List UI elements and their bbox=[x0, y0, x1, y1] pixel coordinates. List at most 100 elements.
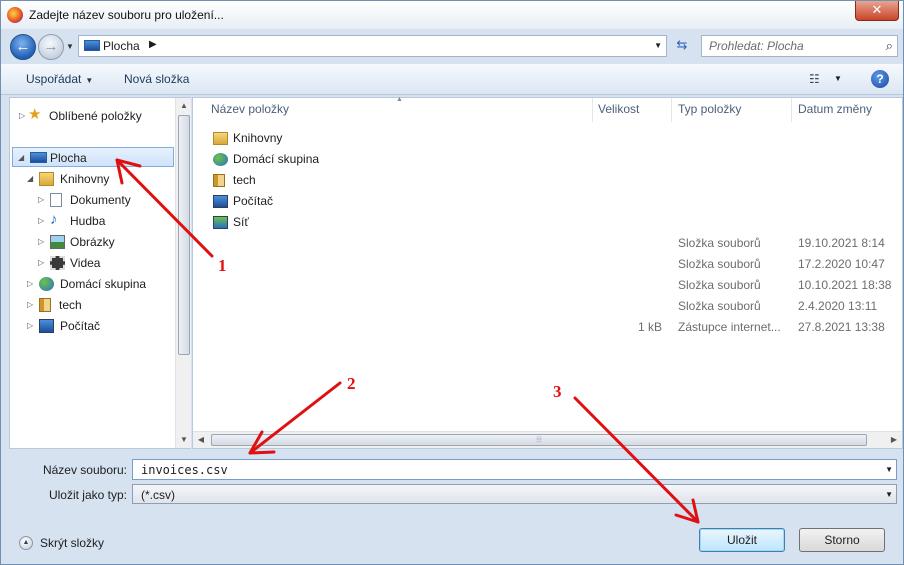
tree-homegroup-label: Domácí skupina bbox=[60, 277, 147, 291]
file-row[interactable]: tech bbox=[193, 170, 902, 191]
search-icon[interactable]: ⌕ bbox=[886, 38, 893, 54]
filename-dropdown-icon[interactable]: ▼ bbox=[885, 465, 893, 474]
file-name: Domácí skupina bbox=[233, 152, 320, 166]
tree-computer-label: Počítač bbox=[60, 319, 101, 333]
window-title: Zadejte název souboru pro uložení... bbox=[29, 8, 224, 22]
column-date[interactable]: Datum změny bbox=[798, 102, 872, 116]
refresh-icon: ⇆ bbox=[676, 37, 688, 52]
search-placeholder: Prohledat: Plocha bbox=[709, 39, 804, 53]
command-bar: Uspořádat ▼ Nová složka ☷ ▼ ? bbox=[1, 64, 903, 95]
music-note-icon: ♪ bbox=[50, 211, 58, 228]
file-row[interactable]: Domácí skupina bbox=[193, 149, 902, 170]
tree-homegroup[interactable]: ▷ Domácí skupina bbox=[27, 274, 172, 294]
file-row[interactable]: Složka souborů 10.10.2021 18:38 bbox=[193, 275, 902, 296]
filename-value[interactable]: invoices.csv bbox=[141, 463, 228, 477]
horizontal-scrollbar[interactable]: ◀ ⦙⦙⦙ ▶ bbox=[193, 431, 902, 448]
expand-icon[interactable]: ▷ bbox=[38, 232, 48, 252]
search-input[interactable]: Prohledat: Plocha ⌕ bbox=[701, 35, 898, 57]
nav-scrollbar[interactable]: ▲ ▼ bbox=[175, 98, 191, 448]
file-date: 2.4.2020 13:11 bbox=[798, 299, 878, 313]
filename-input[interactable]: invoices.csv ▼ bbox=[132, 459, 897, 480]
file-date: 19.10.2021 8:14 bbox=[798, 236, 885, 250]
scroll-thumb[interactable]: ⦙⦙⦙ bbox=[211, 434, 867, 446]
tree-tech[interactable]: ▷ tech bbox=[27, 295, 167, 315]
homegroup-icon bbox=[39, 277, 54, 291]
address-row: ← → ▼ Plocha ▶ ▼ ⇆ Prohledat: Plocha ⌕ bbox=[1, 29, 903, 63]
desktop-icon bbox=[84, 40, 100, 51]
column-name[interactable]: Název položky bbox=[211, 102, 289, 116]
filetype-select[interactable]: (*.csv) ▼ bbox=[132, 484, 897, 504]
column-size[interactable]: Velikost bbox=[598, 102, 639, 116]
film-icon bbox=[50, 256, 65, 270]
scroll-right-icon[interactable]: ▶ bbox=[886, 432, 902, 448]
organize-label: Uspořádat bbox=[26, 72, 82, 86]
scroll-up-icon[interactable]: ▲ bbox=[176, 98, 192, 114]
tree-pictures[interactable]: ▷ Obrázky bbox=[38, 232, 168, 252]
new-folder-button[interactable]: Nová složka bbox=[124, 72, 189, 86]
firefox-icon bbox=[7, 7, 23, 23]
tree-libraries[interactable]: ◢ Knihovny bbox=[27, 169, 167, 189]
organize-button[interactable]: Uspořádat ▼ bbox=[26, 72, 93, 86]
column-divider[interactable] bbox=[791, 98, 792, 122]
expand-icon[interactable]: ▷ bbox=[38, 253, 48, 273]
tree-documents[interactable]: ▷ Dokumenty bbox=[38, 190, 168, 210]
address-bar[interactable]: Plocha ▶ ▼ bbox=[78, 35, 667, 57]
sort-ascending-icon: ▲ bbox=[396, 96, 403, 103]
scroll-left-icon[interactable]: ◀ bbox=[193, 432, 209, 448]
file-row[interactable]: Složka souborů 17.2.2020 10:47 bbox=[193, 254, 902, 275]
tree-favorites[interactable]: ▷ ★ Oblíbené položky bbox=[19, 106, 169, 126]
forward-button[interactable]: → bbox=[38, 34, 64, 60]
tree-music[interactable]: ▷ ♪ Hudba bbox=[38, 211, 168, 231]
file-type: Složka souborů bbox=[678, 299, 761, 313]
file-row[interactable]: Počítač bbox=[193, 191, 902, 212]
tree-documents-label: Dokumenty bbox=[70, 193, 131, 207]
tree-videos[interactable]: ▷ Videa bbox=[38, 253, 168, 273]
user-folder-icon bbox=[39, 298, 51, 312]
file-row[interactable]: Síť bbox=[193, 212, 902, 233]
address-location[interactable]: Plocha bbox=[103, 39, 140, 53]
expand-icon[interactable]: ▷ bbox=[27, 274, 37, 294]
save-button[interactable]: Uložit bbox=[699, 528, 785, 552]
view-dropdown-icon[interactable]: ▼ bbox=[834, 74, 842, 83]
library-icon bbox=[213, 132, 228, 145]
filetype-dropdown-icon[interactable]: ▼ bbox=[885, 490, 893, 499]
column-type[interactable]: Typ položky bbox=[678, 102, 741, 116]
close-button[interactable]: ✕ bbox=[855, 1, 899, 21]
column-divider[interactable] bbox=[671, 98, 672, 122]
expand-icon[interactable]: ▷ bbox=[38, 211, 48, 231]
file-row[interactable]: Složka souborů 19.10.2021 8:14 bbox=[193, 233, 902, 254]
back-button[interactable]: ← bbox=[10, 34, 36, 60]
cancel-button[interactable]: Storno bbox=[799, 528, 885, 552]
column-divider[interactable] bbox=[592, 98, 593, 122]
chevron-up-icon[interactable]: ▲ bbox=[19, 536, 33, 550]
file-name: tech bbox=[233, 173, 256, 187]
help-icon[interactable]: ? bbox=[871, 70, 889, 88]
picture-icon bbox=[50, 235, 65, 249]
filename-label: Název souboru: bbox=[42, 463, 127, 477]
tree-desktop[interactable]: ◢ Plocha bbox=[12, 147, 174, 167]
refresh-button[interactable]: ⇆ bbox=[671, 35, 693, 57]
file-row[interactable]: Knihovny bbox=[193, 128, 902, 149]
annotation-label-3: 3 bbox=[553, 382, 562, 401]
expand-icon[interactable]: ▷ bbox=[38, 190, 48, 210]
document-icon bbox=[50, 193, 62, 207]
expand-icon[interactable]: ▷ bbox=[27, 295, 37, 315]
tree-tech-label: tech bbox=[59, 298, 82, 312]
scroll-down-icon[interactable]: ▼ bbox=[176, 432, 192, 448]
tree-desktop-label: Plocha bbox=[50, 151, 87, 165]
collapse-icon[interactable]: ◢ bbox=[27, 169, 37, 189]
address-dropdown-icon[interactable]: ▼ bbox=[654, 41, 662, 50]
file-list: ▲ Název položky Velikost Typ položky Dat… bbox=[192, 96, 903, 449]
file-row[interactable]: 1 kB Zástupce internet... 27.8.2021 13:3… bbox=[193, 317, 902, 338]
view-options-icon[interactable]: ☷ bbox=[809, 72, 820, 86]
tree-computer[interactable]: ▷ Počítač bbox=[27, 316, 167, 336]
expand-icon[interactable]: ▷ bbox=[27, 316, 37, 336]
file-row[interactable]: Složka souborů 2.4.2020 13:11 bbox=[193, 296, 902, 317]
hide-folders-button[interactable]: Skrýt složky bbox=[40, 536, 104, 550]
collapse-icon[interactable]: ◢ bbox=[18, 148, 28, 168]
breadcrumb-chevron-icon[interactable]: ▶ bbox=[149, 39, 157, 50]
scroll-thumb[interactable] bbox=[178, 115, 190, 355]
file-type: Zástupce internet... bbox=[678, 320, 781, 334]
file-name: Počítač bbox=[233, 194, 274, 208]
history-dropdown-icon[interactable]: ▼ bbox=[66, 42, 74, 51]
